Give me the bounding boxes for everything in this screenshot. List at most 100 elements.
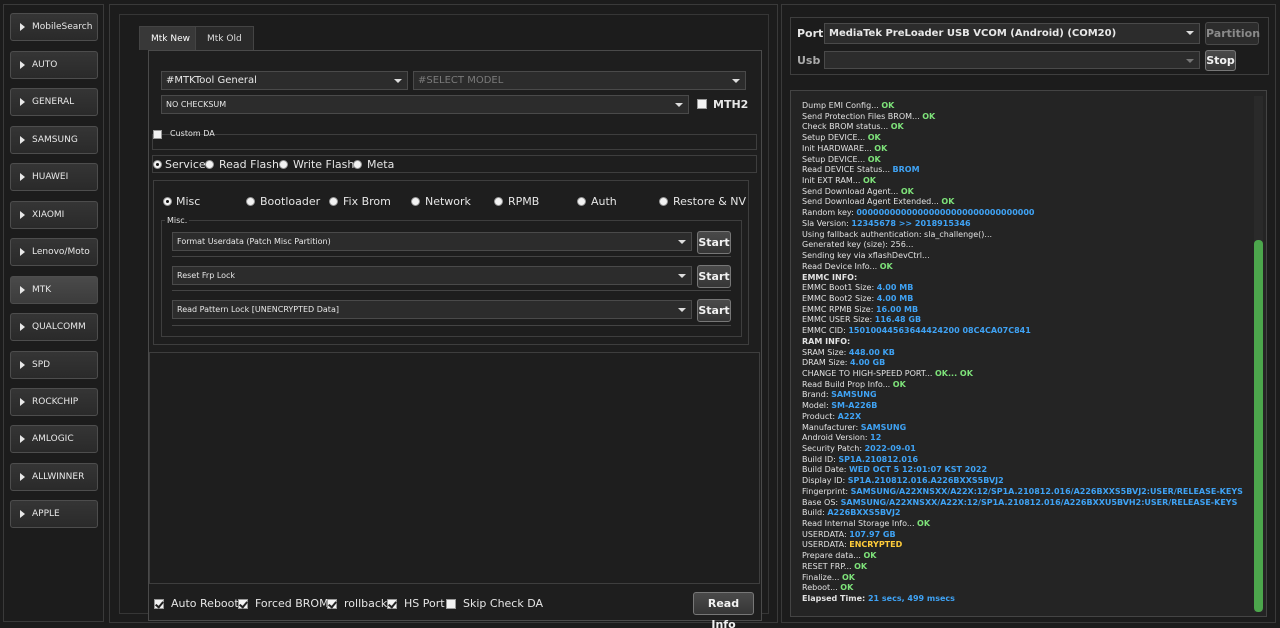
log-line: EMMC Boot1 Size: 4.00 MB [802, 283, 1242, 294]
log-scrollbar-thumb[interactable] [1254, 240, 1263, 612]
submode-misc-radio[interactable] [163, 197, 172, 206]
sidebar-item-general[interactable]: GENERAL [10, 88, 98, 116]
log-line-value: 4.00 MB [876, 293, 914, 303]
sidebar-item-label: Lenovo/Moto [32, 247, 90, 257]
start-button-reset-frp[interactable]: Start [697, 265, 731, 288]
log-line-text: Sla Version: [802, 218, 852, 228]
mode-meta-radio[interactable] [353, 160, 362, 169]
play-icon [20, 211, 25, 219]
skip-check-da-checkbox[interactable] [446, 599, 456, 609]
mode-read-flash-radio[interactable] [205, 160, 214, 169]
log-line-text: Product: [802, 411, 838, 421]
submode-network-label: Network [425, 195, 471, 208]
model-select[interactable]: #SELECT MODEL [413, 71, 746, 90]
checksum-select[interactable]: NO CHECKSUM [161, 95, 689, 114]
model-select-value: #SELECT MODEL [418, 75, 504, 86]
chevron-down-icon [675, 103, 683, 107]
log-line-value: 116.48 GB [874, 315, 922, 325]
partition-button[interactable]: Partition [1205, 22, 1260, 45]
mode-service-radio[interactable] [153, 160, 162, 169]
options-area [149, 352, 760, 584]
log-line-text: RESET FRP... [802, 561, 855, 571]
hs-port-checkbox[interactable] [387, 599, 397, 609]
log-output[interactable]: Dump EMI Config... OK Send Protection Fil… [790, 90, 1267, 617]
log-line-text: Android Version: [802, 433, 871, 443]
submode-restore-nv-radio[interactable] [659, 197, 668, 206]
mth2-checkbox[interactable] [697, 99, 707, 109]
divider [172, 290, 731, 291]
submode-auth-radio[interactable] [577, 197, 586, 206]
stop-button[interactable]: Stop [1205, 50, 1236, 71]
log-line-value: 2022-09-01 [864, 444, 916, 453]
sidebar: MobileSearch AUTO GENERAL SAMSUNG HUAWEI… [3, 4, 104, 622]
submode-rpmb-radio[interactable] [494, 197, 503, 206]
misc-op-select-1[interactable]: Format Userdata (Patch Misc Partition) [172, 232, 692, 251]
log-scrollbar[interactable] [1254, 96, 1263, 612]
log-line-text: Build Date: [802, 465, 849, 475]
log-line: Build Date: WED OCT 5 12:01:07 KST 2022 [802, 465, 1242, 476]
auto-reboot-checkbox[interactable] [154, 599, 164, 609]
misc-op-select-2[interactable]: Reset Frp Lock [172, 266, 692, 285]
read-info-button[interactable]: Read Info [693, 592, 754, 628]
chevron-down-icon [678, 308, 686, 312]
start-button-read-pattern-lock[interactable]: Start [697, 299, 731, 322]
log-line-value: OK [867, 154, 881, 164]
sidebar-item-huawei[interactable]: HUAWEI [10, 163, 98, 191]
sidebar-item-auto[interactable]: AUTO [10, 51, 98, 79]
log-line-value: A226BXXS5BVJ2 [827, 508, 901, 518]
divider [172, 256, 731, 257]
misc-op-select-3[interactable]: Read Pattern Lock [UNENCRYPTED Data] [172, 300, 692, 319]
sidebar-item-rockchip[interactable]: ROCKCHIP [10, 388, 98, 416]
log-line-value: SAMSUNG/A22XNSXX/A22X:12/SP1A.210812.016… [850, 486, 1243, 496]
log-line: Init EXT RAM... OK [802, 176, 1242, 187]
rollback-checkbox[interactable] [327, 599, 337, 609]
log-line-value: ENCRYPTED [849, 540, 903, 550]
submode-network-radio[interactable] [411, 197, 420, 206]
log-line-text: EMMC USER Size: [802, 315, 875, 325]
sidebar-item-qualcomm[interactable]: QUALCOMM [10, 313, 98, 341]
forced-brom-checkbox[interactable] [238, 599, 248, 609]
port-select[interactable]: MediaTek PreLoader USB VCOM (Android) (C… [824, 23, 1200, 44]
log-line-text: EMMC Boot1 Size: [802, 283, 877, 293]
mode-write-flash-label: Write Flash [293, 158, 355, 171]
sidebar-item-amlogic[interactable]: AMLOGIC [10, 425, 98, 453]
log-line: DRAM Size: 4.00 GB [802, 358, 1242, 369]
sidebar-item-label: APPLE [32, 509, 60, 519]
log-line: Setup DEVICE... OK [802, 155, 1242, 166]
play-icon [20, 248, 25, 256]
log-line-value: OK [863, 551, 877, 561]
tool-select[interactable]: #MTKTool General [161, 71, 408, 90]
sidebar-item-apple[interactable]: APPLE [10, 500, 98, 528]
tab-mtk-old[interactable]: Mtk Old [195, 26, 254, 50]
sidebar-item-xiaomi[interactable]: XIAOMI [10, 201, 98, 229]
log-line-text: Send Protection Files BROM... [802, 111, 923, 121]
misc-op-label: Format Userdata (Patch Misc Partition) [177, 237, 331, 246]
misc-group-label: Misc. [165, 216, 190, 225]
sidebar-item-allwinner[interactable]: ALLWINNER [10, 463, 98, 491]
submode-fix-brom-radio[interactable] [329, 197, 338, 206]
start-button-format-userdata[interactable]: Start [697, 231, 731, 254]
log-line: Using fallback authentication: sla_chall… [802, 230, 1242, 241]
log-line: Build: A226BXXS5BVJ2 [802, 508, 1242, 519]
mode-write-flash-radio[interactable] [279, 160, 288, 169]
log-line-value: OK [841, 572, 855, 582]
tab-mtk-new[interactable]: Mtk New [139, 26, 202, 50]
log-line-value: OK [879, 261, 893, 271]
log-line: Send Download Agent... OK [802, 187, 1242, 198]
sidebar-item-samsung[interactable]: SAMSUNG [10, 126, 98, 154]
submode-fix-brom-label: Fix Brom [343, 195, 391, 208]
log-line-text: Send Download Agent Extended... [802, 197, 942, 207]
log-line-text: Build ID: [802, 454, 839, 464]
log-line-text: Read Build Prop Info... [802, 379, 893, 389]
play-icon [20, 61, 25, 69]
auto-reboot-label: Auto Reboot [171, 597, 239, 610]
sidebar-item-lenovo-moto[interactable]: Lenovo/Moto [10, 238, 98, 266]
sidebar-item-spd[interactable]: SPD [10, 351, 98, 379]
custom-da-checkbox[interactable] [153, 130, 162, 139]
log-line-value: OK [941, 197, 955, 207]
submode-bootloader-radio[interactable] [246, 197, 255, 206]
sidebar-item-mtk[interactable]: MTK [10, 276, 98, 304]
sidebar-item-mobilesearch[interactable]: MobileSearch [10, 13, 98, 41]
log-line: Setup DEVICE... OK [802, 133, 1242, 144]
usb-select[interactable] [824, 51, 1200, 69]
